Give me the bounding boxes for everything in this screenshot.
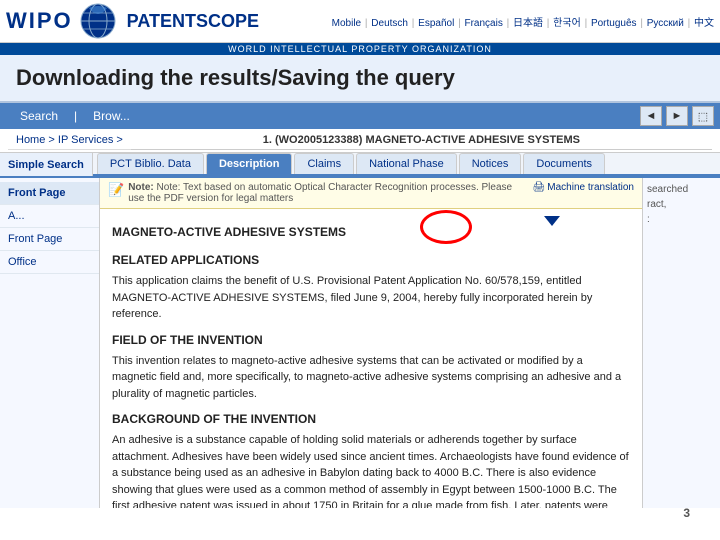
wipo-logo: WIPO [6, 2, 117, 40]
doc-para-1: This application claims the benefit of U… [112, 273, 630, 323]
sidebar-item-front-page-2[interactable]: Front Page [0, 228, 99, 251]
tab-description[interactable]: Description [206, 153, 293, 174]
home-link[interactable]: Home [16, 134, 45, 146]
triangle-indicator [544, 216, 560, 226]
doc-title-2: RELATED APPLICATIONS [112, 251, 630, 269]
printer-icon: 🖨 [533, 182, 546, 193]
logo-area: WIPO PATENTSCOPE [6, 2, 259, 40]
tab-claims[interactable]: Claims [294, 153, 354, 174]
lang-chinese[interactable]: 中文 [694, 18, 714, 29]
nav-back-arrow[interactable]: ◄ [640, 106, 662, 126]
tab-pct-biblio[interactable]: PCT Biblio. Data [97, 153, 204, 174]
lang-deutsch[interactable]: Deutsch [371, 18, 408, 29]
sidebar-item-office[interactable]: Office [0, 251, 99, 274]
top-bar: WIPO PATENTSCOPE Mobile | Deutsch | Espa… [0, 0, 720, 43]
nav-fwd-arrow[interactable]: ► [666, 106, 688, 126]
notice-bar: 📝 Note: Note: Text based on automatic Op… [100, 178, 642, 209]
main-heading: Downloading the results/Saving the query [0, 55, 720, 103]
lang-russian[interactable]: Русский [647, 18, 684, 29]
search-nav-button[interactable]: Search [6, 105, 72, 127]
sidebar-item-front-page-1[interactable]: Front Page [0, 182, 99, 205]
lang-francais[interactable]: Français [464, 18, 502, 29]
content-row: Front Page A... Front Page Office 📝 Note… [0, 178, 720, 508]
simple-search-label: Simple Search [0, 153, 93, 176]
lang-espanol[interactable]: Español [418, 18, 454, 29]
center-col: 📝 Note: Note: Text based on automatic Op… [100, 178, 642, 508]
tab-notices[interactable]: Notices [459, 153, 522, 174]
lang-links-bar: Mobile | Deutsch | Español | Français | … [332, 14, 714, 29]
notice-icon: 📝 [108, 182, 124, 198]
tab-national-phase[interactable]: National Phase [356, 153, 457, 174]
doc-para-3: An adhesive is a substance capable of ho… [112, 432, 630, 508]
lang-korean[interactable]: 한국어 [553, 18, 581, 29]
mobile-link[interactable]: Mobile [332, 18, 361, 29]
tabs-row: PCT Biblio. Data Description Claims Nati… [93, 153, 720, 176]
doc-title-3: FIELD OF THE INVENTION [112, 331, 630, 349]
left-col: Front Page A... Front Page Office [0, 178, 100, 508]
breadcrumb: Home > IP Services > [8, 131, 131, 150]
nav-doc-button[interactable]: ⬚ [692, 106, 714, 126]
nav-separator: | [74, 109, 77, 123]
right-col-colon: : [647, 214, 716, 225]
right-col-pagenum: 3 [683, 506, 690, 508]
sidebar-item-a[interactable]: A... [0, 205, 99, 228]
patentscope-title: PATENTSCOPE [127, 11, 259, 32]
nav-bar: Search | Brow... ◄ ► ⬚ [0, 103, 720, 129]
doc-title-bar: 1. (WO2005123388) MAGNETO-ACTIVE ADHESIV… [131, 131, 712, 150]
right-col-searched: searched [647, 184, 716, 195]
tab-documents[interactable]: Documents [523, 153, 605, 174]
ip-services-link[interactable]: IP Services [58, 134, 113, 146]
doc-para-2: This invention relates to magneto-active… [112, 353, 630, 403]
wipo-subtitle: WORLD INTELLECTUAL PROPERTY ORGANIZATION [0, 43, 720, 55]
nav-arrows: ◄ ► ⬚ [640, 106, 714, 126]
right-col: searched ract, : 3 [642, 178, 720, 508]
lang-portuguese[interactable]: Português [591, 18, 637, 29]
notice-text: Note: Note: Text based on automatic Opti… [128, 182, 524, 204]
browse-nav-button[interactable]: Brow... [79, 105, 144, 127]
doc-content[interactable]: MAGNETO-ACTIVE ADHESIVE SYSTEMS RELATED … [100, 209, 642, 508]
doc-title-4: BACKGROUND OF THE INVENTION [112, 410, 630, 428]
right-col-ract: ract, [647, 199, 716, 210]
machine-translation-btn[interactable]: 🖨 Machine translation [533, 182, 634, 193]
sidebar-section: Front Page A... Front Page Office [0, 178, 99, 278]
lang-japanese[interactable]: 日本語 [513, 18, 543, 29]
wipo-globe-icon [79, 2, 117, 40]
